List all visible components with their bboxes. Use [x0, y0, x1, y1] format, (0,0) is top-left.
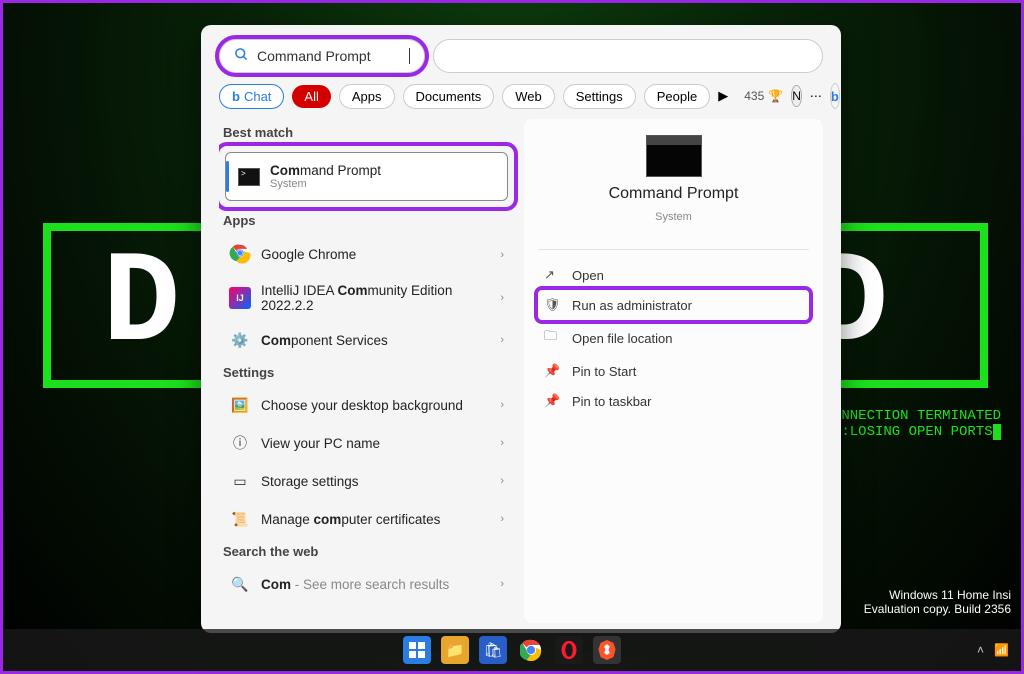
- taskbar-chrome[interactable]: [517, 636, 545, 664]
- tray-chevron-icon[interactable]: ˄: [977, 643, 984, 657]
- bing-icon[interactable]: b: [830, 83, 840, 109]
- start-button[interactable]: [403, 636, 431, 664]
- chevron-right-icon: ›: [500, 437, 504, 449]
- filter-chat[interactable]: b Chat: [219, 84, 284, 109]
- taskbar-store[interactable]: 🛍: [479, 636, 507, 664]
- filter-settings[interactable]: Settings: [563, 84, 636, 109]
- rewards-points[interactable]: 435 🏆: [744, 89, 783, 103]
- folder-icon: 🗀: [544, 327, 560, 349]
- settings-header: Settings: [223, 365, 514, 380]
- start-search-panel: Command Prompt b Chat All Apps Documents…: [201, 25, 841, 633]
- action-run-admin[interactable]: 🛡 Run as administrator: [538, 290, 809, 320]
- taskbar-explorer[interactable]: 📁: [441, 636, 469, 664]
- filter-web[interactable]: Web: [502, 84, 555, 109]
- certificate-icon: 📜: [229, 508, 251, 530]
- apps-header: Apps: [223, 213, 514, 228]
- preview-column: Command Prompt System ↗ Open 🛡 Run as ad…: [524, 119, 823, 623]
- action-file-location[interactable]: 🗀 Open file location: [538, 320, 809, 356]
- shield-icon: 🛡: [544, 297, 560, 313]
- bing-chat-icon: b: [232, 89, 240, 104]
- taskbar-opera[interactable]: [555, 636, 583, 664]
- user-badge[interactable]: N: [791, 85, 802, 107]
- search-input[interactable]: Command Prompt: [219, 39, 425, 73]
- filter-more-icon[interactable]: ▶: [718, 88, 728, 104]
- filter-people[interactable]: People: [644, 84, 710, 109]
- filter-all[interactable]: All: [292, 85, 330, 108]
- preview-subtitle: System: [655, 211, 692, 223]
- more-options-icon[interactable]: ⋯: [810, 85, 822, 107]
- chevron-right-icon: ›: [500, 399, 504, 411]
- filter-documents[interactable]: Documents: [403, 84, 495, 109]
- cmd-icon: [238, 168, 260, 186]
- filter-row: b Chat All Apps Documents Web Settings P…: [219, 83, 823, 109]
- filter-apps[interactable]: Apps: [339, 84, 395, 109]
- best-match-header: Best match: [223, 125, 514, 140]
- taskbar: 📁 🛍 ˄ 📶: [3, 629, 1021, 671]
- action-open[interactable]: ↗ Open: [538, 260, 809, 290]
- search-icon: 🔍: [229, 573, 251, 595]
- divider: [538, 249, 809, 250]
- chevron-right-icon: ›: [500, 334, 504, 346]
- results-column: Best match Command Prompt System Apps: [219, 119, 514, 623]
- chevron-right-icon: ›: [500, 475, 504, 487]
- setting-pc-name[interactable]: ⓘ View your PC name ›: [219, 424, 514, 462]
- image-icon: 🖼️: [229, 394, 251, 416]
- open-icon: ↗: [544, 267, 560, 283]
- app-item-intellij[interactable]: IJ IntelliJ IDEA Community Edition 2022.…: [219, 275, 514, 321]
- preview-title: Command Prompt: [609, 185, 739, 203]
- setting-certificates[interactable]: 📜 Manage computer certificates ›: [219, 500, 514, 538]
- cmd-preview-icon: [646, 135, 702, 177]
- tray-wifi-icon[interactable]: 📶: [994, 643, 1009, 657]
- chrome-icon: [229, 242, 251, 267]
- app-item-chrome[interactable]: Google Chrome ›: [219, 234, 514, 275]
- chevron-right-icon: ›: [500, 513, 504, 525]
- storage-icon: ▭: [229, 470, 251, 492]
- gear-icon: ⚙️: [229, 329, 251, 351]
- action-pin-start[interactable]: 📌 Pin to Start: [538, 356, 809, 386]
- info-icon: ⓘ: [229, 432, 251, 454]
- intellij-icon: IJ: [229, 287, 251, 309]
- web-search-item[interactable]: 🔍 Com - See more search results ›: [219, 565, 514, 603]
- text-cursor: [409, 48, 410, 64]
- setting-storage[interactable]: ▭ Storage settings ›: [219, 462, 514, 500]
- app-item-component-services[interactable]: ⚙️ Component Services ›: [219, 321, 514, 359]
- search-query-text: Command Prompt: [257, 48, 409, 64]
- watermark: Windows 11 Home Insi Evaluation copy. Bu…: [864, 588, 1011, 616]
- search-icon: [234, 47, 249, 66]
- chevron-right-icon: ›: [500, 249, 504, 261]
- pin-icon: 📌: [544, 393, 560, 409]
- taskbar-brave[interactable]: [593, 636, 621, 664]
- pin-icon: 📌: [544, 363, 560, 379]
- chevron-right-icon: ›: [500, 578, 504, 590]
- trophy-icon: 🏆: [768, 89, 783, 103]
- wallpaper-status-lines: CONNECTION TERMINATED :LOSING OPEN PORTS…: [825, 408, 1001, 440]
- setting-desktop-background[interactable]: 🖼️ Choose your desktop background ›: [219, 386, 514, 424]
- chevron-right-icon: ›: [500, 292, 504, 304]
- web-header: Search the web: [223, 544, 514, 559]
- search-input-extended[interactable]: [433, 39, 823, 73]
- best-match-item[interactable]: Command Prompt System: [225, 152, 508, 201]
- action-pin-taskbar[interactable]: 📌 Pin to taskbar: [538, 386, 809, 416]
